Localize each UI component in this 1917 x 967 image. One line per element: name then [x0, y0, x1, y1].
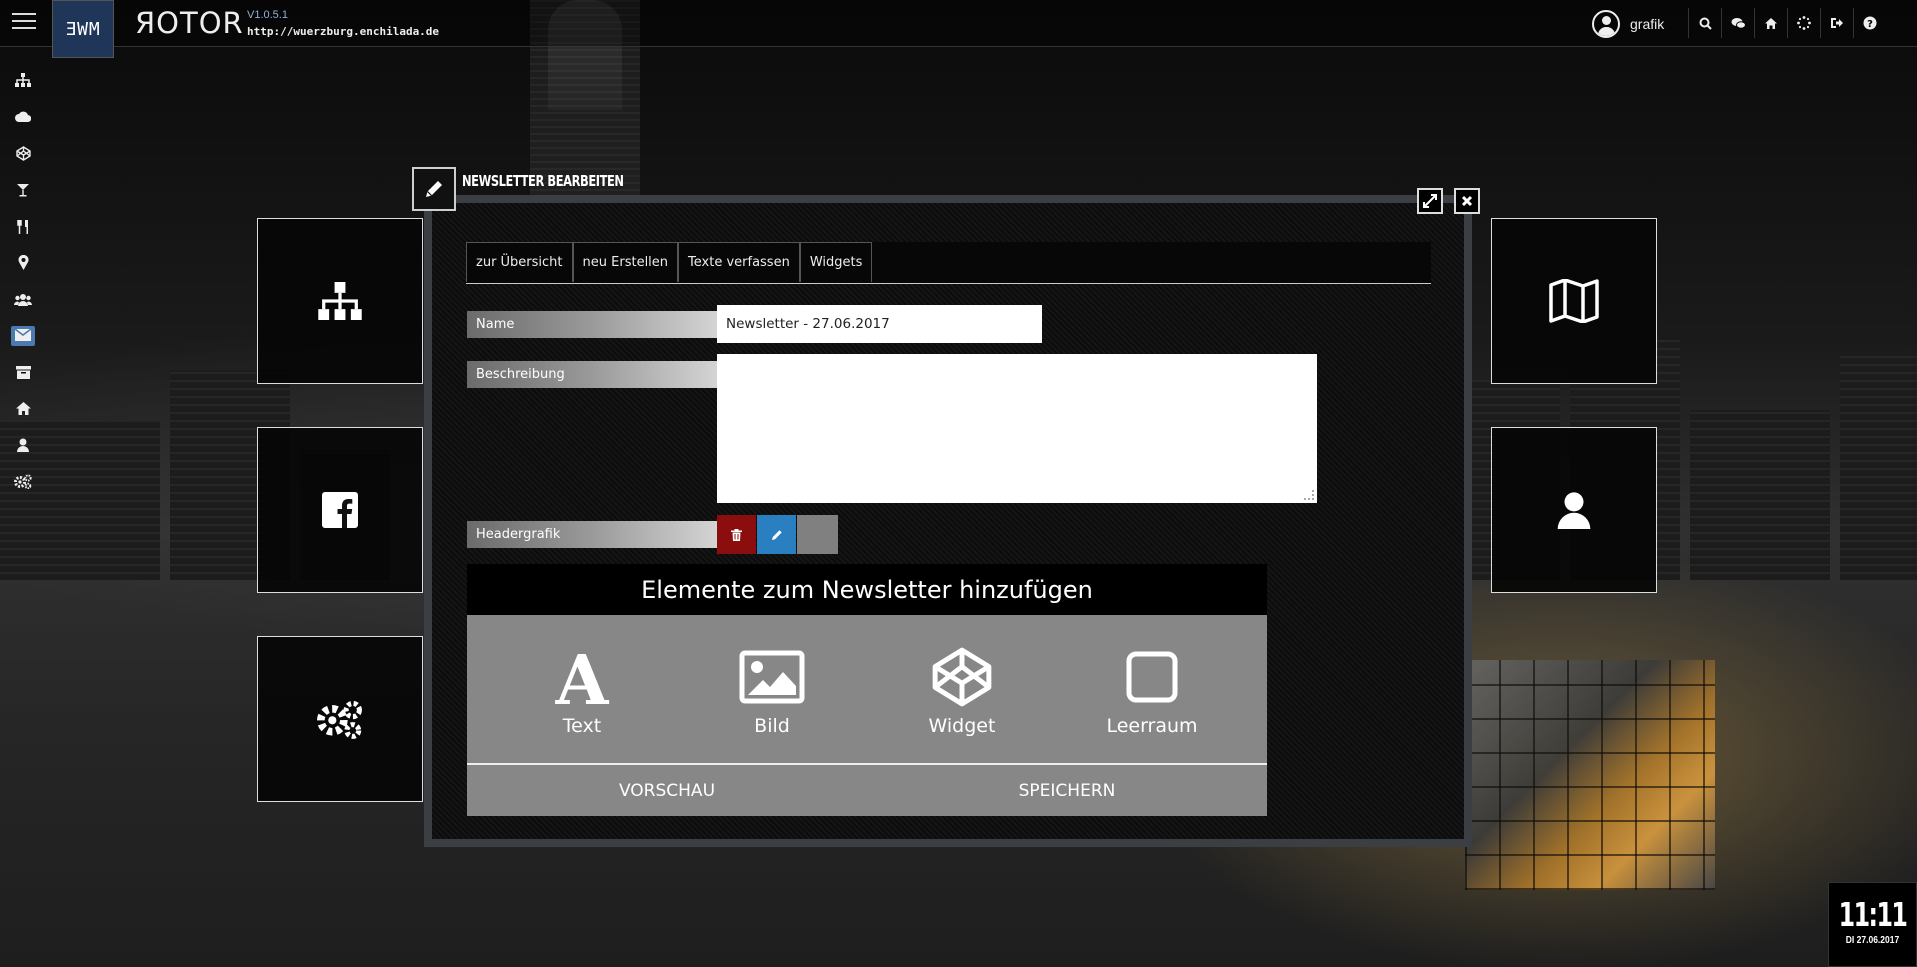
chat-icon[interactable]: [1721, 8, 1754, 38]
svg-text:A: A: [555, 648, 610, 706]
sidebar-item-profile[interactable]: [0, 427, 46, 464]
add-spacer-label: Leerraum: [1106, 714, 1198, 737]
add-elements-list: A Text Bild Widget Leerraum: [467, 615, 1267, 765]
sidebar-item-location[interactable]: [0, 245, 46, 282]
tile-facebook[interactable]: [257, 427, 423, 593]
version-label: V1.0.5.1: [247, 9, 288, 21]
save-button[interactable]: SPEICHERN: [867, 765, 1267, 816]
clock-widget: 11:11 DI 27.06.2017: [1828, 882, 1917, 967]
sidebar-item-users[interactable]: [0, 281, 46, 318]
add-image-button[interactable]: Bild: [702, 615, 842, 763]
add-spacer-button[interactable]: Leerraum: [1082, 615, 1222, 763]
cocktail-icon: [17, 183, 29, 197]
sitemap-icon: [318, 282, 362, 320]
dialog-title: NEWSLETTER BEARBEITEN: [462, 172, 624, 190]
user-menu[interactable]: grafik: [1592, 10, 1664, 38]
pencil-icon: [412, 167, 456, 211]
sidebar-item-restaurant[interactable]: [0, 208, 46, 245]
users-icon: [14, 293, 32, 306]
loading-icon[interactable]: [1787, 8, 1820, 38]
text-icon: A: [555, 648, 610, 706]
clock-date: DI 27.06.2017: [1845, 935, 1900, 946]
add-text-button[interactable]: A Text: [512, 615, 652, 763]
dialog-actions: VORSCHAU SPEICHERN: [467, 765, 1267, 816]
header-image-label: Headergrafik: [467, 521, 717, 548]
preview-button[interactable]: VORSCHAU: [467, 765, 867, 816]
help-icon[interactable]: ?: [1853, 8, 1886, 38]
description-label: Beschreibung: [467, 361, 717, 388]
name-input[interactable]: Newsletter - 27.06.2017: [717, 305, 1042, 343]
sitemap-icon: [15, 73, 31, 88]
archive-icon: [15, 365, 31, 379]
square-icon: [1126, 651, 1178, 702]
envelope-icon: [14, 328, 32, 341]
tile-user[interactable]: [1491, 427, 1657, 593]
site-url[interactable]: http://wuerzburg.enchilada.de: [247, 25, 439, 38]
image-icon: [739, 650, 805, 703]
sidebar: [0, 62, 46, 500]
header-image-preview: [797, 515, 838, 554]
map-icon: [1549, 279, 1599, 323]
codepen-icon: [932, 647, 992, 706]
expand-icon: [1423, 194, 1437, 208]
top-bar: ƎWM ЯOTOR V1.0.5.1 http://wuerzburg.ench…: [0, 0, 1917, 58]
menu-icon[interactable]: [12, 13, 36, 33]
clock-time: 11:11: [1838, 895, 1908, 934]
brand-name: ЯOTOR: [135, 6, 244, 40]
sidebar-item-settings[interactable]: [0, 464, 46, 501]
tab-create-new[interactable]: neu Erstellen: [572, 242, 679, 282]
home-icon: [15, 402, 31, 416]
sidebar-item-sitemap[interactable]: [0, 62, 46, 99]
avatar-icon: [1592, 10, 1620, 38]
tile-map[interactable]: [1491, 218, 1657, 384]
user-icon: [17, 438, 29, 453]
top-toolbar: ?: [1688, 8, 1886, 38]
cogs-icon: [317, 700, 362, 739]
tile-settings[interactable]: [257, 636, 423, 802]
sidebar-item-widgets[interactable]: [0, 135, 46, 172]
description-textarea[interactable]: [717, 354, 1317, 503]
logo[interactable]: ƎWM: [52, 0, 114, 58]
sidebar-item-bar[interactable]: [0, 172, 46, 209]
codepen-icon: [15, 145, 31, 161]
expand-button[interactable]: [1417, 188, 1443, 214]
name-label: Name: [467, 311, 717, 338]
svg-text:?: ?: [1867, 19, 1873, 30]
add-elements-title: Elemente zum Newsletter hinzufügen: [467, 564, 1267, 615]
delete-header-button[interactable]: [717, 515, 756, 554]
map-marker-icon: [18, 255, 28, 271]
sidebar-item-cloud[interactable]: [0, 99, 46, 136]
logout-icon[interactable]: [1820, 8, 1853, 38]
sidebar-item-newsletter[interactable]: [0, 318, 46, 355]
cutlery-icon: [16, 219, 28, 234]
close-button[interactable]: [1454, 188, 1480, 214]
pencil-icon: [771, 529, 782, 540]
background-cube: [1465, 660, 1715, 890]
tab-widgets[interactable]: Widgets: [799, 242, 873, 282]
tab-overview[interactable]: zur Übersicht: [466, 242, 573, 282]
sidebar-item-home[interactable]: [0, 391, 46, 428]
trash-icon: [731, 528, 742, 541]
user-icon: [1557, 492, 1591, 529]
add-widget-button[interactable]: Widget: [892, 615, 1032, 763]
add-widget-label: Widget: [928, 714, 996, 737]
add-elements-panel: Elemente zum Newsletter hinzufügen A Tex…: [467, 564, 1267, 816]
dialog-tabs: zur Übersicht neu Erstellen Texte verfas…: [466, 242, 1431, 284]
tile-sitemap[interactable]: [257, 218, 423, 384]
home-icon[interactable]: [1754, 8, 1787, 38]
username: grafik: [1630, 16, 1665, 32]
edit-header-button[interactable]: [757, 515, 796, 554]
search-icon[interactable]: [1688, 8, 1721, 38]
cogs-icon: [14, 474, 32, 490]
sidebar-item-archive[interactable]: [0, 354, 46, 391]
add-image-label: Bild: [754, 714, 790, 737]
cloud-icon: [15, 111, 31, 123]
logo-text: ƎWM: [65, 18, 101, 40]
facebook-icon: [322, 492, 358, 528]
add-text-label: Text: [562, 714, 602, 737]
tab-compose-texts[interactable]: Texte verfassen: [678, 242, 800, 282]
close-icon: [1461, 195, 1473, 207]
